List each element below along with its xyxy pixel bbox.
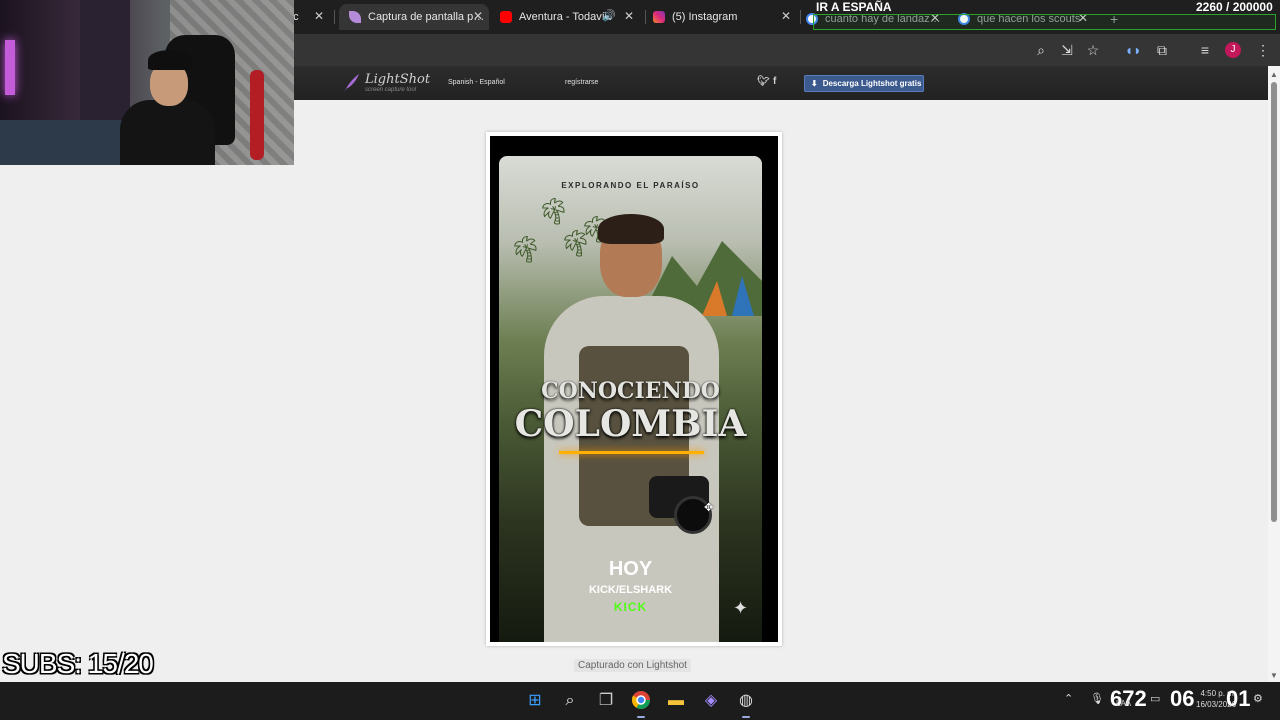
poster-image: EXPLORANDO EL PARAÍSO 🌴︎ 🌴︎ 🌴︎ 🌴︎ CONOCI…: [499, 156, 762, 642]
tab-instagram[interactable]: (5) Instagram ✕: [653, 4, 797, 30]
lightshot-brand: LightShot: [365, 72, 431, 87]
poster-kicker: EXPLORANDO EL PARAÍSO: [561, 181, 700, 190]
tray-chevron-icon[interactable]: ⌃: [1064, 692, 1073, 705]
close-icon[interactable]: ✕: [314, 9, 324, 23]
cursor-icon: ✥: [704, 502, 714, 514]
download-button[interactable]: ⬇ Descarga Lightshot gratis: [804, 75, 924, 92]
captured-by-label[interactable]: Capturado con Lightshot: [574, 659, 691, 672]
palm-icon: 🌴︎: [509, 234, 543, 264]
screenshot-image[interactable]: EXPLORANDO EL PARAÍSO 🌴︎ 🌴︎ 🌴︎ 🌴︎ CONOCI…: [490, 136, 778, 642]
language-selector[interactable]: Spanish - Español: [448, 79, 505, 86]
obs-icon[interactable]: ◍: [735, 690, 757, 712]
file-explorer-icon[interactable]: ▬: [665, 690, 687, 712]
windows-start-icon[interactable]: ⊞: [524, 690, 546, 712]
register-link[interactable]: regístrarse: [565, 79, 598, 86]
instagram-icon: [653, 11, 665, 23]
twitter-icon[interactable]: 🐦︎: [757, 76, 770, 87]
palm-icon: 🌴︎: [537, 196, 571, 226]
cam-curtain: [80, 0, 130, 120]
monitor-icon[interactable]: ▭: [1150, 692, 1160, 705]
language-indicator[interactable]: LAA: [1116, 699, 1131, 708]
active-indicator: [742, 716, 750, 718]
subs-counter: SUBS: 15/20: [2, 648, 154, 679]
audio-extension-icon[interactable]: ◖◗: [1124, 41, 1142, 59]
poster-hoy: HOY: [608, 558, 653, 580]
avatar[interactable]: J: [1225, 42, 1241, 58]
extensions-icon[interactable]: ⧉: [1153, 41, 1171, 59]
poster-kick: KICK: [613, 600, 648, 614]
scroll-up-icon[interactable]: ▲: [1270, 70, 1278, 79]
download-icon: ⬇: [811, 79, 818, 88]
goal-progress-bar: [813, 14, 1276, 30]
poster-glow: [559, 451, 704, 454]
webcam-overlay: [0, 0, 294, 165]
active-indicator: [637, 716, 645, 718]
task-view-icon[interactable]: ❐: [595, 690, 617, 712]
download-label: Descarga Lightshot gratis: [822, 79, 922, 88]
cam-light: [5, 40, 15, 95]
goal-title: IR A ESPAÑA: [816, 0, 892, 14]
scrollbar-thumb[interactable]: [1271, 82, 1277, 522]
youtube-icon: [500, 11, 512, 23]
media-control-icon[interactable]: ≡: [1196, 41, 1214, 59]
zoom-icon[interactable]: ⌕: [1032, 41, 1050, 59]
close-icon[interactable]: ✕: [781, 9, 791, 23]
overlay-number: 01: [1226, 686, 1251, 711]
screenshot-frame: EXPLORANDO EL PARAÍSO 🌴︎ 🌴︎ 🌴︎ 🌴︎ CONOCI…: [486, 132, 782, 646]
feather-icon: [344, 74, 359, 92]
menu-icon[interactable]: ⋮: [1254, 41, 1272, 59]
cam-guitar: [250, 70, 264, 160]
cam-person-cap: [148, 50, 192, 70]
lightshot-feather-icon: [349, 11, 361, 23]
tab-label: Aventura - Todavía: [519, 11, 611, 23]
close-icon[interactable]: ✕: [473, 9, 483, 23]
goal-count: 2260 / 200000: [1196, 0, 1273, 14]
bookmark-star-icon[interactable]: ☆: [1084, 41, 1102, 59]
notification-icon[interactable]: ⚙: [1253, 692, 1263, 705]
speaker-icon[interactable]: 🔊: [602, 9, 616, 22]
poster-title-line2: COLOMBIA: [514, 403, 747, 445]
tab-lightshot[interactable]: Captura de pantalla p… ✕: [339, 4, 489, 30]
tab-label: (5) Instagram: [672, 11, 738, 23]
person-hair: [598, 214, 664, 244]
chrome-icon[interactable]: [630, 690, 652, 712]
poster-channel: KICK/ELSHARK: [588, 584, 673, 596]
scroll-down-icon[interactable]: ▼: [1270, 671, 1278, 680]
overlay-number: 06: [1170, 686, 1195, 711]
lightshot-tagline: screen capture tool: [365, 87, 417, 93]
lightshot-logo[interactable]: LightShot screen capture tool: [342, 73, 430, 93]
cam-person-shirt: [120, 100, 215, 165]
install-app-icon[interactable]: ⇲: [1058, 41, 1076, 59]
sparkle-icon: ✦: [733, 598, 749, 618]
facebook-icon[interactable]: f: [773, 76, 776, 87]
close-icon[interactable]: ✕: [624, 9, 634, 23]
poster-title-line1: CONOCIENDO: [541, 378, 720, 404]
cam-desk: [0, 120, 140, 165]
tab-youtube[interactable]: Aventura - Todavía 🔊 ✕: [500, 4, 640, 30]
microphone-icon[interactable]: 🎙︎: [1090, 692, 1104, 705]
app-diamond-icon[interactable]: ◈: [700, 690, 722, 712]
search-icon[interactable]: ⌕: [559, 690, 581, 712]
tab-label: Captura de pantalla p…: [368, 11, 485, 23]
